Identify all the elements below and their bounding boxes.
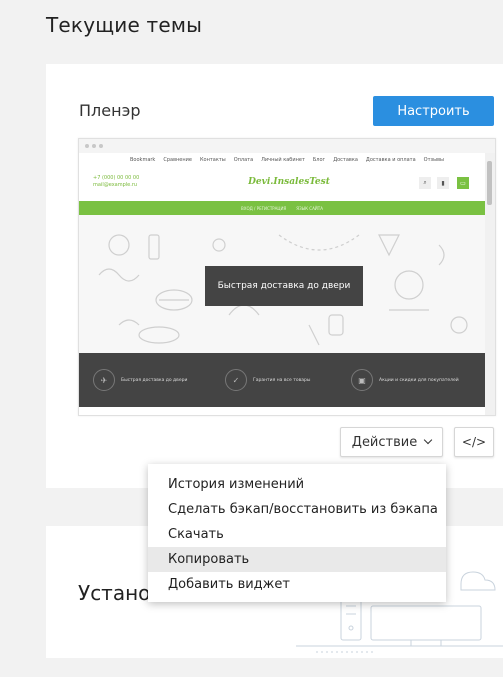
configure-button[interactable]: Настроить bbox=[373, 96, 494, 126]
preview-contacts: +7 (000) 00 00 00 mail@example.ru bbox=[93, 175, 139, 189]
preview-nav-item: Контакты bbox=[199, 157, 226, 163]
preview-logo: Devi.InsalesTest bbox=[248, 177, 330, 187]
preview-features: ✈ Быстрая доставка до двери ✓ Гарантия н… bbox=[79, 353, 485, 407]
rocket-icon: ✈ bbox=[93, 369, 115, 391]
preview-nav: Bookmark Сравнение Контакты Оплата Личны… bbox=[79, 157, 495, 167]
preview-feature: ✈ Быстрая доставка до двери bbox=[93, 369, 187, 391]
window-dot-icon bbox=[92, 144, 96, 148]
chevron-down-icon bbox=[423, 435, 433, 445]
current-theme-card: Пленэр Настроить Bookmark Сравнение Конт… bbox=[46, 64, 503, 488]
preview-feature-label: Гарантия на все товары bbox=[253, 377, 311, 383]
gift-icon: ▣ bbox=[351, 369, 373, 391]
code-icon: </> bbox=[461, 435, 487, 449]
menu-item-download[interactable]: Скачать bbox=[148, 522, 446, 547]
action-label: Действие bbox=[351, 434, 418, 450]
preview-phone: +7 (000) 00 00 00 bbox=[93, 175, 140, 181]
preview-green-bar-item: ВХОД / РЕГИСТРАЦИЯ bbox=[241, 205, 287, 211]
preview-feature: ✓ Гарантия на все товары bbox=[225, 369, 310, 391]
preview-nav-item: Сравнение bbox=[163, 157, 192, 163]
theme-preview[interactable]: Bookmark Сравнение Контакты Оплата Личны… bbox=[78, 138, 496, 416]
preview-email: mail@example.ru bbox=[93, 182, 138, 188]
preview-compare-icon: ▮ bbox=[437, 177, 449, 189]
window-dot-icon bbox=[85, 144, 89, 148]
preview-scrollbar-thumb[interactable] bbox=[487, 161, 492, 205]
code-editor-button[interactable]: </> bbox=[454, 427, 494, 457]
menu-item-history[interactable]: История изменений bbox=[148, 472, 446, 497]
preview-green-bar-item: ЯЗЫК САЙТА bbox=[296, 205, 323, 211]
page-title: Текущие темы bbox=[46, 13, 203, 37]
preview-nav-item: Доставка и оплата bbox=[365, 157, 416, 163]
preview-nav-item: Личный кабинет bbox=[261, 157, 305, 163]
preview-feature-label: Быстрая доставка до двери bbox=[121, 377, 188, 383]
action-menu: История изменений Сделать бэкап/восстано… bbox=[148, 464, 446, 602]
thumbs-up-icon: ✓ bbox=[225, 369, 247, 391]
window-dot-icon bbox=[99, 144, 103, 148]
preview-nav-item: Блог bbox=[312, 157, 326, 163]
menu-item-backup[interactable]: Сделать бэкап/восстановить из бэкапа bbox=[148, 497, 446, 522]
preview-feature: ▣ Акции и скидки для покупателей bbox=[351, 369, 459, 391]
menu-item-copy[interactable]: Копировать bbox=[148, 547, 446, 572]
action-dropdown-button[interactable]: Действие bbox=[340, 427, 443, 457]
preview-feature-label: Акции и скидки для покупателей bbox=[379, 377, 459, 383]
preview-nav-item: Bookmark bbox=[130, 157, 156, 163]
preview-nav-item: Оплата bbox=[233, 157, 254, 163]
preview-cart-icon: ▭ bbox=[457, 177, 469, 189]
theme-name: Пленэр bbox=[79, 101, 141, 120]
preview-nav-item: Доставка bbox=[333, 157, 358, 163]
preview-green-bar: ВХОД / РЕГИСТРАЦИЯ ЯЗЫК САЙТА bbox=[79, 201, 485, 215]
preview-search-icon: ⌕ bbox=[419, 177, 431, 189]
preview-window-bar bbox=[79, 139, 495, 153]
preview-cta: Быстрая доставка до двери bbox=[205, 266, 363, 306]
menu-item-add-widget[interactable]: Добавить виджет bbox=[148, 572, 446, 597]
preview-nav-item: Отзывы bbox=[423, 157, 444, 163]
